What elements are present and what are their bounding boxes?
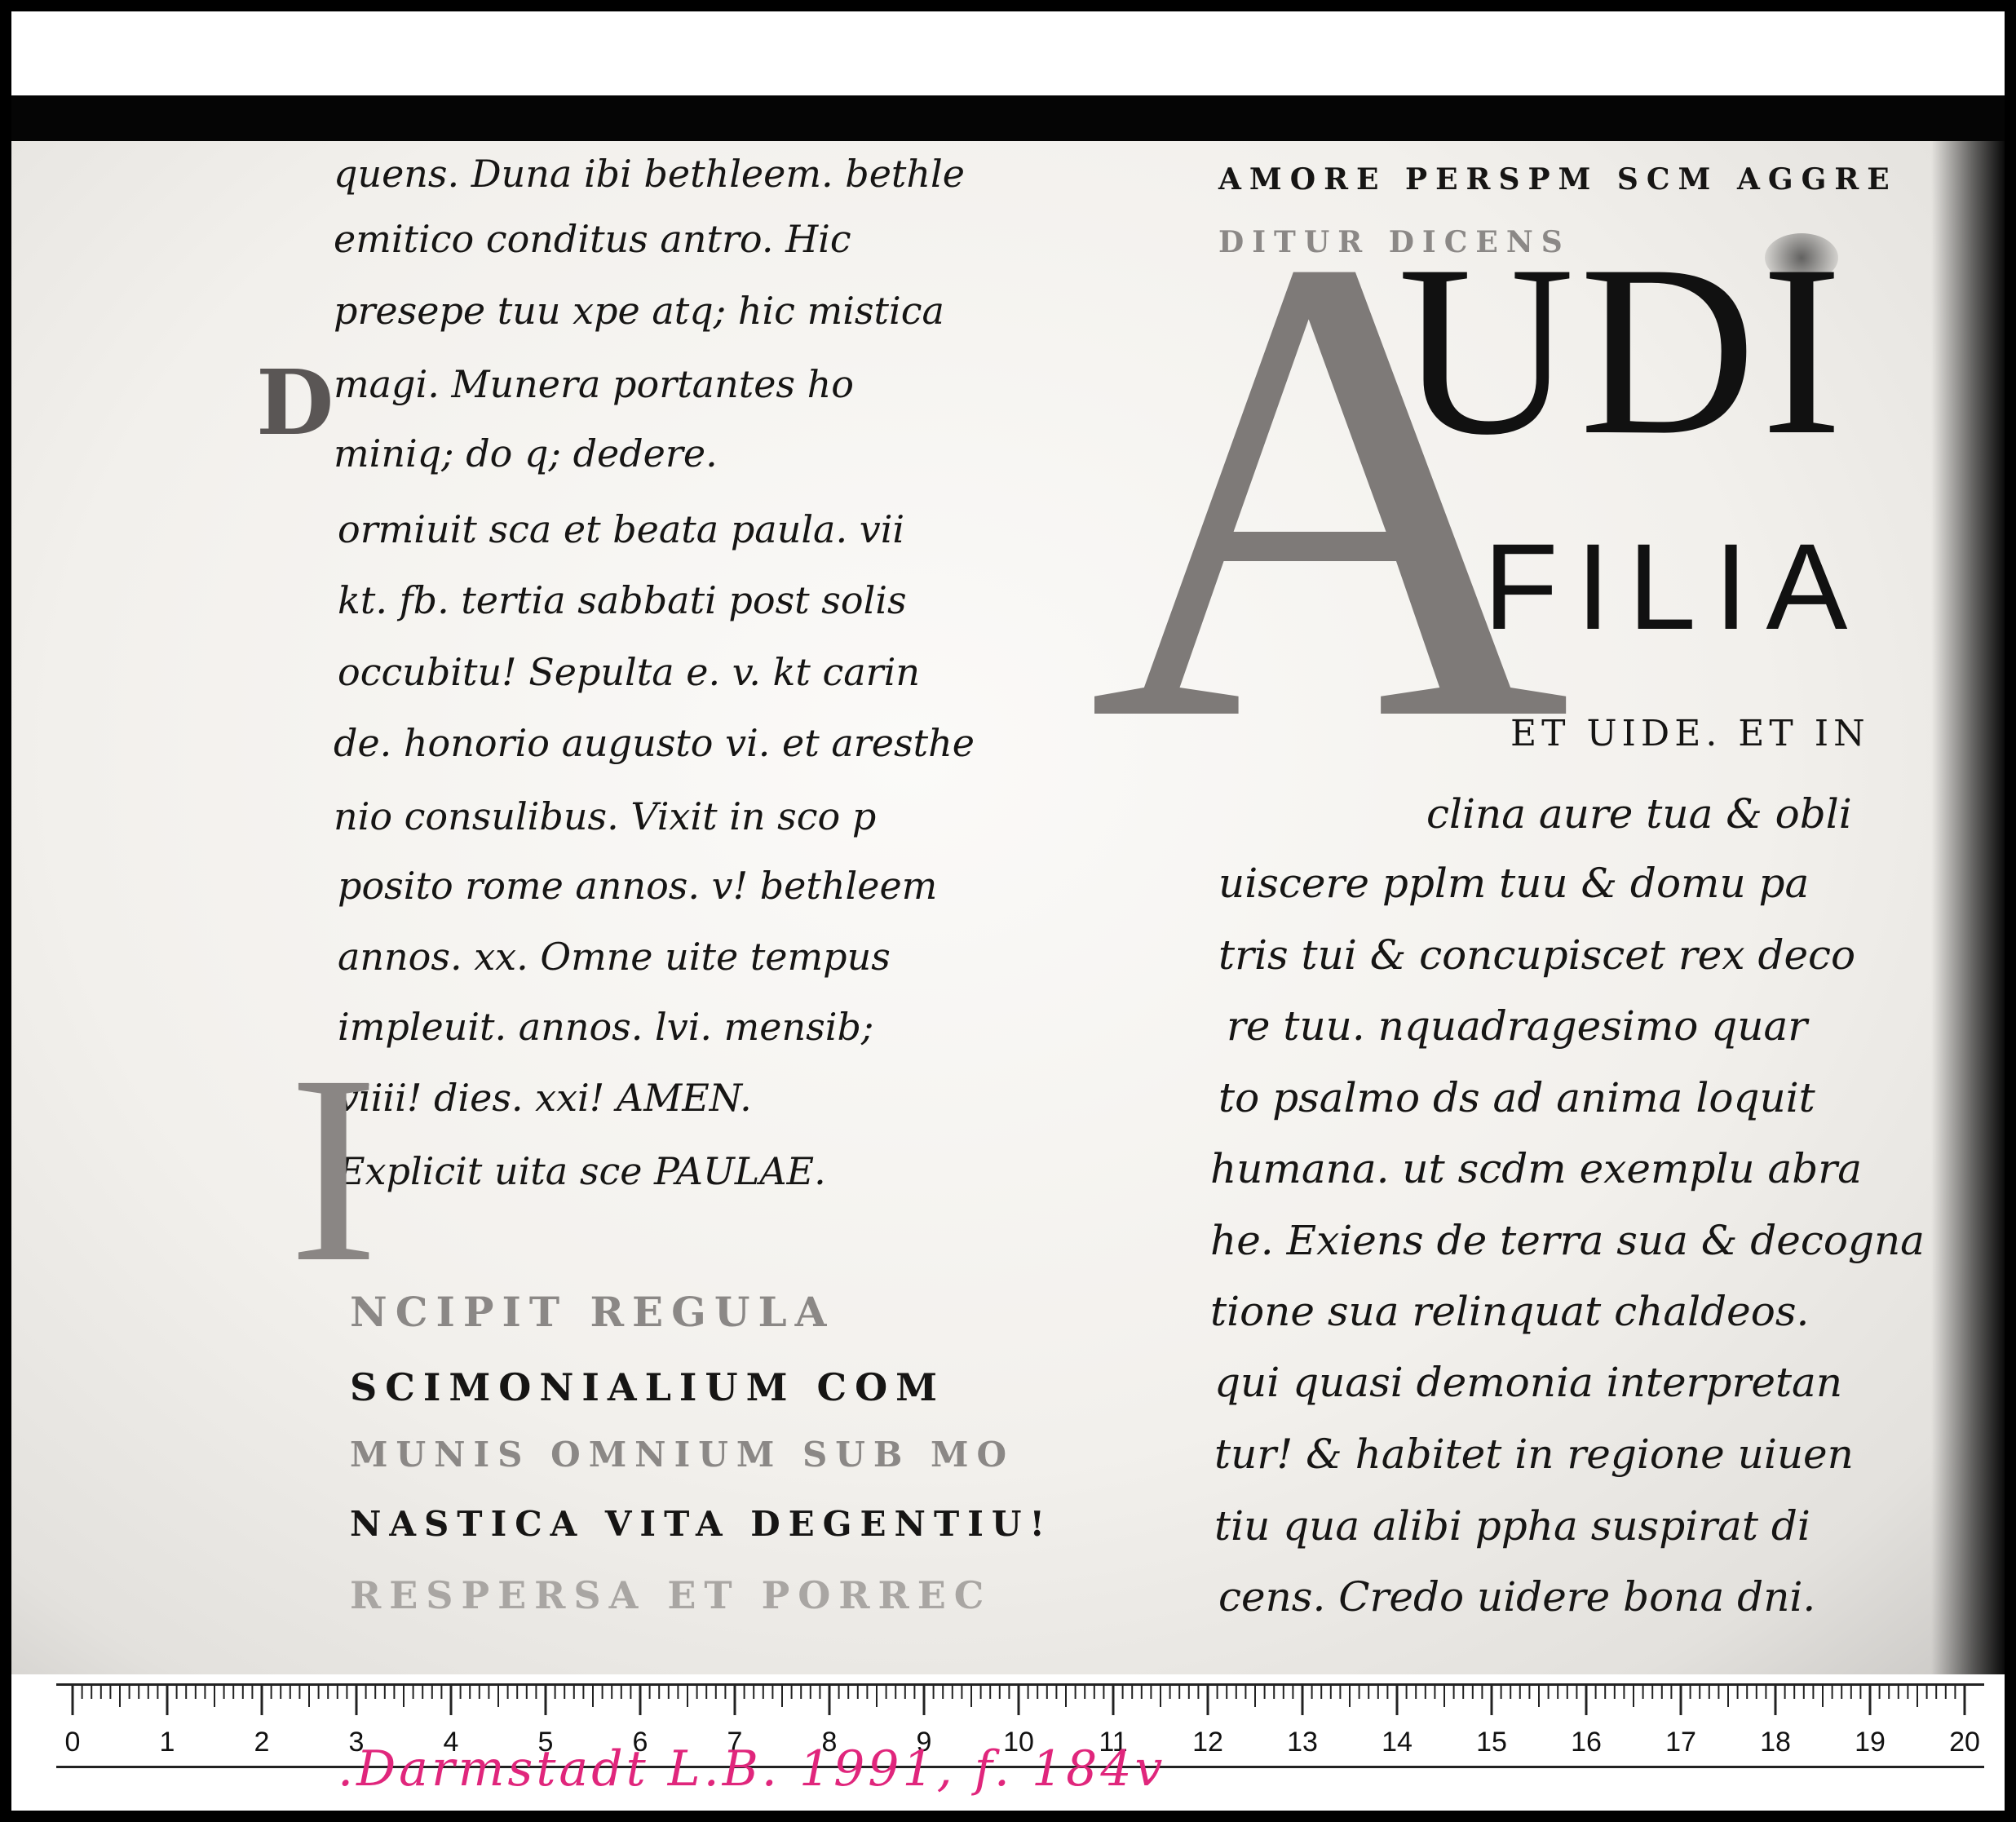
text-line: he. Exiens de terra sua & decogna: [1210, 1217, 1925, 1264]
scale-number: 0: [64, 1727, 81, 1758]
text-line: tris tui & concupiscet rex deco: [1218, 931, 1856, 979]
text-line: re tuu. nquadragesimo quar: [1227, 1002, 1808, 1050]
text-line: de. honorio augusto vi. et aresthe: [334, 721, 975, 765]
text-line: qui quasi demonia interpretan: [1214, 1359, 1843, 1406]
text-line: ormiuit sca et beata paula. vii: [338, 507, 905, 551]
text-line: occubitu! Sepulta e. v. kt carin: [338, 650, 921, 694]
display-subheading: ET UIDE. ET IN: [1510, 713, 1870, 754]
scale-number: 20: [1949, 1727, 1980, 1758]
text-line: uiscere pplm tuu & domu pa: [1218, 860, 1810, 907]
scale-number: 2: [254, 1727, 270, 1758]
text-line: magi. Munera portantes ho: [334, 362, 854, 406]
scale-number: 14: [1382, 1727, 1413, 1758]
text-line: tiu qua alibi ppha suspirat di: [1214, 1502, 1810, 1550]
decorated-initial: I: [289, 1020, 378, 1318]
text-line: annos. xx. Omne uite tempus: [338, 935, 891, 979]
text-line: posito rome annos. v! bethleem: [338, 864, 938, 908]
scale-number: 16: [1571, 1727, 1602, 1758]
text-line: Explicit uita sce PAULAE.: [338, 1149, 826, 1193]
text-line: emitico conditus antro. Hic: [334, 217, 851, 261]
top-margin: [11, 11, 2005, 95]
text-line: viiii! dies. xxi! AMEN.: [338, 1076, 752, 1120]
text-line: kt. fb. tertia sabbati post solis: [338, 578, 907, 622]
text-line: clina aure tua & obli: [1426, 790, 1852, 838]
rubric-line: NASTICA VITA DEGENTIU!: [350, 1504, 1053, 1544]
scale-number: 12: [1192, 1727, 1223, 1758]
text-line: impleuit. annos. lvi. mensib;: [338, 1005, 874, 1049]
text-line: nio consulibus. Vixit in sco p: [334, 794, 877, 838]
manuscript-photo: quens. Duna ibi bethleem. bethle emitico…: [11, 11, 2005, 1811]
display-heading: UDI: [1398, 214, 1848, 485]
text-line: miniq; do q; dedere.: [334, 431, 718, 475]
rubric-line: RESPERSA ET PORREC: [350, 1573, 993, 1617]
text-line: tur! & habitet in regione uiuen: [1214, 1431, 1854, 1478]
text-line: to psalmo ds ad anima loquit: [1218, 1074, 1815, 1121]
text-line: humana. ut scdm exemplu abra: [1210, 1145, 1862, 1192]
scale-number: 18: [1760, 1727, 1791, 1758]
rubric-line: NCIPIT REGULA: [350, 1288, 835, 1336]
rubric-line: SCIMONIALIUM COM: [350, 1365, 946, 1409]
scale-number: 15: [1476, 1727, 1507, 1758]
scale-number: 13: [1287, 1727, 1318, 1758]
text-line: tione sua relinquat chaldeos.: [1210, 1288, 1810, 1335]
text-line: quens. Duna ibi bethleem. bethle: [334, 152, 965, 196]
scale-number: 1: [159, 1727, 175, 1758]
text-line: presepe tuu xpe atq; hic mistica: [334, 289, 944, 333]
shelfmark-note: .Darmstadt L.B. 1991, f. 184v: [338, 1740, 1166, 1798]
rubric-line: MUNIS OMNIUM SUB MO: [350, 1435, 1015, 1475]
decorated-initial: D: [256, 350, 334, 455]
scale-number: 19: [1855, 1727, 1886, 1758]
dark-strip: [11, 95, 2005, 141]
scale-number: 17: [1665, 1727, 1696, 1758]
text-line: cens. Credo uidere bona dni.: [1218, 1573, 1816, 1621]
page-edge-shadow: [1931, 141, 2005, 1674]
display-heading: FILIA: [1483, 518, 1866, 655]
